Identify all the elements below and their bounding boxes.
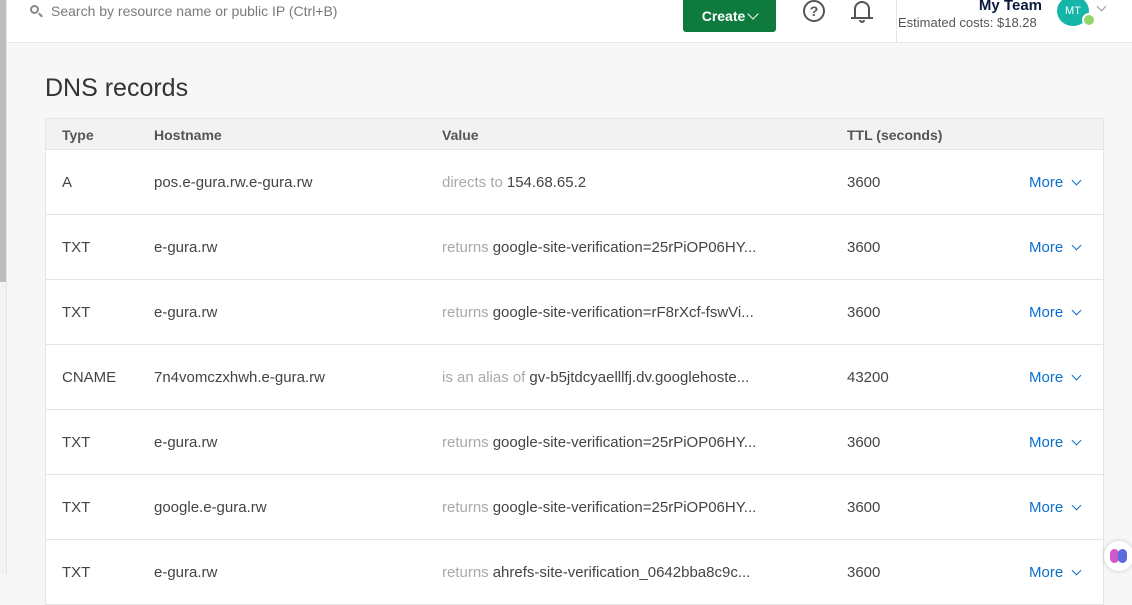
search-bar [29,0,411,22]
chevron-down-icon [1071,435,1082,445]
record-ttl: 43200 [847,368,889,386]
record-value-prefix: directs to [442,173,503,191]
table-row: TXT google.e-gura.rw returns google-site-ve… [45,475,1104,540]
chevron-down-icon [1071,565,1082,575]
more-button-label: More [1029,563,1064,581]
more-button-label: More [1029,238,1064,256]
record-value: returns ahrefs-site-verification_0642bba8… [442,540,787,604]
record-ttl: 3600 [847,303,881,321]
record-value-prefix: returns [442,238,489,256]
record-value-text: google-site-verification=25rPiOP06HY... [492,498,757,516]
more-button[interactable]: More [1029,540,1082,604]
record-value: returns google-site-verification=rF8rXcf-… [442,280,787,344]
more-button[interactable]: More [1029,280,1082,344]
chevron-down-icon [1071,370,1082,380]
help-icon[interactable]: ? [803,0,825,22]
more-button-label: More [1029,433,1064,451]
table-row: TXT e-gura.rw returns google-site-verificat… [45,215,1104,280]
record-hostname: 7n4vomczxhwh.e-gura.rw [154,368,325,386]
record-type: TXT [62,498,91,516]
record-ttl: 3600 [847,433,881,451]
scrollbar-thumb[interactable] [0,0,6,282]
column-header-value: Value [442,127,479,143]
table-row: TXT e-gura.rw returns ahrefs-site-verificat… [45,540,1104,605]
table-row: Apos.e-gura.rw.e-gura.rw directs to 154.68… [45,150,1104,215]
chevron-down-icon [1071,175,1082,185]
search-input[interactable] [51,3,411,19]
record-value-text: google-site-verification=25rPiOP06HY... [492,433,757,451]
record-type: TXT [62,238,91,256]
team-name[interactable]: My Team [898,0,1042,14]
more-button-label: More [1029,173,1064,191]
more-button[interactable]: More [1029,475,1082,539]
estimated-costs: Estimated costs: $18.28 [898,15,1037,30]
record-value-prefix: returns [442,433,489,451]
column-header-ttl: TTL (seconds) [847,127,943,143]
more-button[interactable]: More [1029,215,1082,279]
column-header-type: Type [62,127,94,143]
record-value: returns google-site-verification=25rPiOP0… [442,410,787,474]
record-ttl: 3600 [847,563,881,581]
record-value: is an alias of gv-b5jtdcyaelllfj.dv.googl… [442,345,787,409]
record-value-prefix: returns [442,303,489,321]
record-value: directs to 154.68.65.2 [442,150,787,214]
record-value: returns google-site-verification=25rPiOP0… [442,215,787,279]
top-bar: Create ? My Team Estimated costs: $18.28… [7,0,1132,43]
chevron-down-icon [747,7,759,20]
left-scrollbar[interactable] [0,0,7,575]
record-value-text: 154.68.65.2 [506,173,587,191]
chevron-down-icon[interactable] [1096,1,1107,12]
chevron-down-icon [1071,240,1082,250]
record-value-text: gv-b5jtdcyaelllfj.dv.googlehoste... [529,368,750,386]
record-hostname: e-gura.rw [154,433,218,451]
more-button[interactable]: More [1029,410,1082,474]
dns-records-table: Type Hostname Value TTL (seconds) Apos.e… [45,118,1104,605]
record-hostname: e-gura.rw [154,238,218,256]
record-value-text: google-site-verification=25rPiOP06HY... [492,238,757,256]
more-button-label: More [1029,368,1064,386]
record-value-prefix: returns [442,498,489,516]
record-type: TXT [62,303,91,321]
table-row: TXT e-gura.rw returns google-site-verificat… [45,280,1104,345]
create-button-label: Create [701,8,746,24]
more-button[interactable]: More [1029,345,1082,409]
record-hostname: pos.e-gura.rw.e-gura.rw [154,173,313,191]
record-value-text: ahrefs-site-verification_0642bba8c9c... [492,563,751,581]
avatar-initials: MT [1065,5,1081,17]
table-row: CNAME 7n4vomczxhwh.e-gura.rw is an alias o… [45,345,1104,410]
record-hostname: e-gura.rw [154,563,218,581]
record-value-text: google-site-verification=rF8rXcf-fswVi..… [492,303,754,321]
table-header: Type Hostname Value TTL (seconds) [45,118,1104,150]
more-button-label: More [1029,303,1064,321]
avatar-badge-icon [1082,13,1096,27]
assistant-brain-icon[interactable] [1104,541,1132,571]
record-type: TXT [62,563,91,581]
table-row: TXT e-gura.rw returns google-site-verificat… [45,410,1104,475]
search-icon [29,3,45,19]
record-hostname: google.e-gura.rw [154,498,267,516]
page-title: DNS records [45,74,189,102]
more-button-label: More [1029,498,1064,516]
chevron-down-icon [1071,500,1082,510]
more-button[interactable]: More [1029,150,1082,214]
record-ttl: 3600 [847,238,881,256]
record-type: TXT [62,433,91,451]
chevron-down-icon [1071,305,1082,315]
record-hostname: e-gura.rw [154,303,218,321]
record-value-prefix: returns [442,563,489,581]
create-button[interactable]: Create [683,0,776,32]
record-type: CNAME [62,368,117,386]
record-value-prefix: is an alias of [442,368,526,386]
bell-icon[interactable] [850,0,874,24]
record-ttl: 3600 [847,173,881,191]
header-divider [896,0,897,43]
column-header-hostname: Hostname [154,127,222,143]
record-ttl: 3600 [847,498,881,516]
record-value: returns google-site-verification=25rPiOP0… [442,475,787,539]
record-type: A [62,173,73,191]
